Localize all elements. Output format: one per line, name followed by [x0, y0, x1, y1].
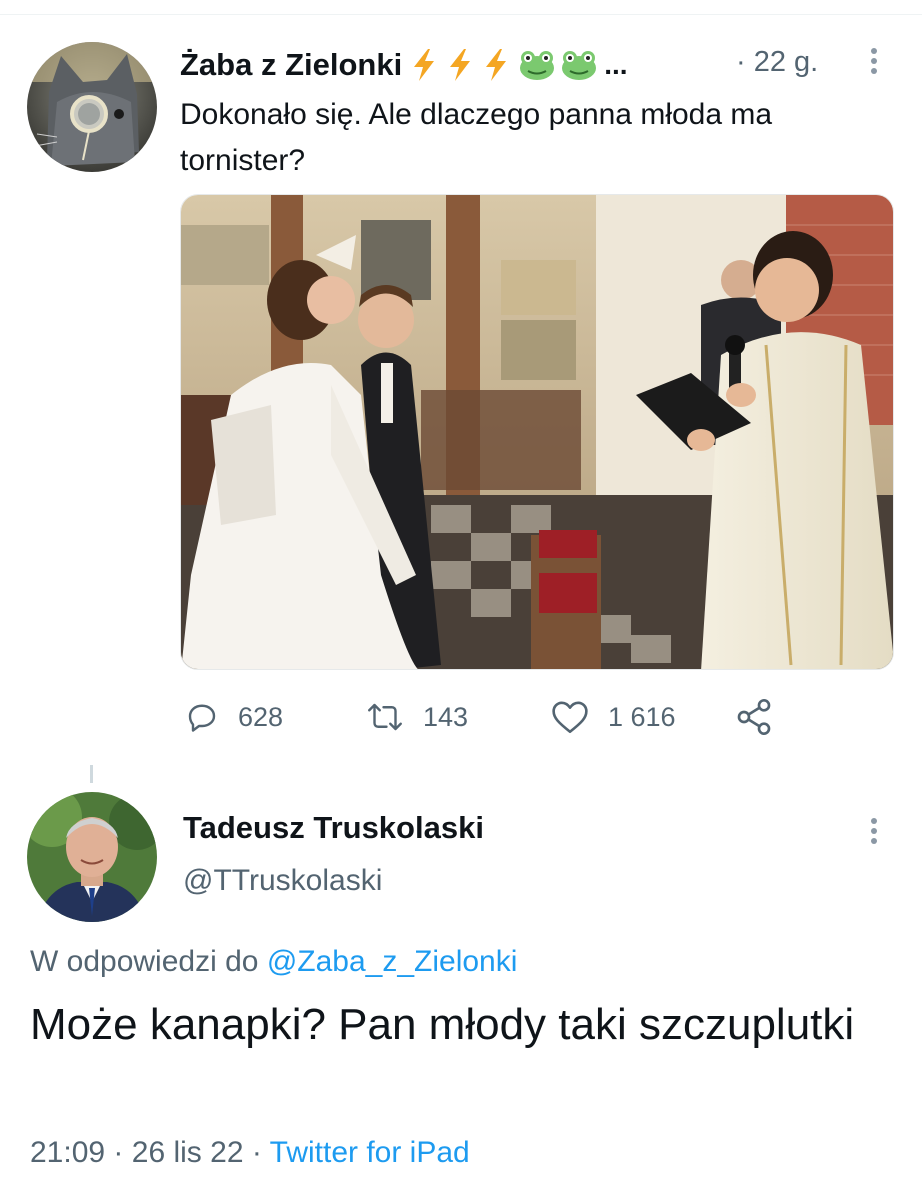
- reply-count: 628: [238, 701, 284, 732]
- lightning-icon: [450, 49, 471, 81]
- reply-date[interactable]: 26 lis 22: [132, 1136, 244, 1169]
- meta-separator: ·: [251, 1136, 262, 1169]
- author-name[interactable]: Tadeusz Truskolaski: [183, 810, 484, 846]
- replying-prefix: W odpowiedzi do: [30, 945, 259, 978]
- lightning-icon: [486, 49, 507, 81]
- thread-connector: [90, 765, 93, 783]
- retweet-action[interactable]: 143: [365, 694, 468, 740]
- author-name[interactable]: Żaba z Zielonki: [180, 47, 402, 83]
- name-truncation: ...: [604, 49, 628, 80]
- tweet-meta: 21:09 · 26 lis 22 · Twitter for iPad: [30, 1136, 470, 1170]
- like-count: 1 616: [608, 701, 676, 732]
- retweet-icon: [368, 703, 402, 731]
- frog-icon: [520, 51, 555, 80]
- more-options-icon[interactable]: [862, 814, 886, 848]
- reply-time[interactable]: 21:09: [30, 1136, 105, 1169]
- tweet-time[interactable]: · 22 g.: [736, 46, 818, 79]
- author-handle[interactable]: @TTruskolaski: [183, 864, 382, 898]
- share-icon: [737, 699, 771, 735]
- meta-separator: ·: [113, 1136, 124, 1169]
- lightning-icon: [414, 49, 435, 81]
- retweet-count: 143: [423, 701, 469, 732]
- avatar[interactable]: [27, 792, 157, 922]
- top-divider: [0, 14, 922, 15]
- wedding-photo-image: [181, 195, 893, 669]
- share-action[interactable]: [734, 694, 792, 740]
- cat-avatar-image: [27, 42, 157, 172]
- frog-icon: [562, 51, 597, 80]
- avatar[interactable]: [27, 42, 157, 172]
- replying-to-link[interactable]: @Zaba_z_Zielonki: [267, 945, 518, 978]
- man-avatar-image: [27, 792, 157, 922]
- reply-text: Może kanapki? Pan młody taki szczuplutki: [30, 1000, 855, 1049]
- reply-icon: [188, 704, 216, 732]
- tweet-actions: 628 143 1 616: [180, 694, 894, 740]
- more-options-icon[interactable]: [862, 44, 886, 78]
- tweet-photo[interactable]: [180, 194, 894, 670]
- author-emoji: ...: [410, 48, 628, 82]
- tweet-text: Dokonało się. Ale dlaczego panna młoda m…: [180, 98, 773, 177]
- replying-to: W odpowiedzi do @Zaba_z_Zielonki: [30, 945, 517, 979]
- like-action[interactable]: 1 616: [550, 694, 676, 740]
- heart-icon: [552, 701, 588, 734]
- client-link[interactable]: Twitter for iPad: [270, 1136, 470, 1169]
- reply-action[interactable]: 628: [184, 694, 283, 740]
